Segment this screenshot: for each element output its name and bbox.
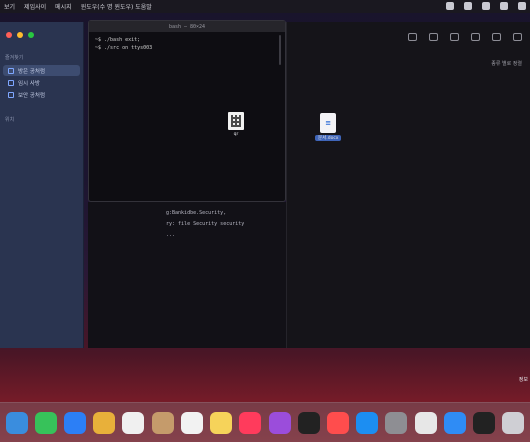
wifi-icon[interactable] (482, 2, 490, 10)
window-controls (0, 22, 83, 38)
finder-icon[interactable] (5, 411, 28, 434)
terminal-line: ~$ ./bash exit; (95, 37, 141, 43)
finder-toolbar (287, 22, 530, 52)
sidebar-item-2[interactable]: 보안 공처럼 (3, 89, 80, 100)
control-center-icon[interactable] (518, 2, 526, 10)
menu-item-view[interactable]: 보기 (4, 2, 15, 11)
dock (0, 402, 530, 442)
locations-heading: 위치 (5, 117, 15, 123)
qr-file[interactable]: qr (228, 112, 244, 137)
favorites-heading: 즐겨찾기 (5, 55, 24, 61)
file-label: qr (233, 132, 239, 137)
battery-icon[interactable] (464, 2, 472, 10)
close-button[interactable] (6, 32, 12, 38)
tag-icon[interactable] (471, 33, 480, 41)
terminal-window[interactable]: bash — 80×24 ~$ ./bash exit; ~$ ./src on… (88, 20, 286, 202)
sidebar-item-label: 방은 공처럼 (18, 68, 46, 75)
sidebar-item-0[interactable]: 방은 공처럼 (3, 65, 80, 76)
status-icons (446, 2, 526, 10)
folder-icon (8, 91, 14, 98)
doc-line: g:Bankidbe.Security, (166, 210, 227, 216)
view-icon[interactable] (408, 33, 417, 41)
safari-icon[interactable] (443, 411, 466, 434)
reminders-icon[interactable] (180, 411, 203, 434)
podcasts-icon[interactable] (268, 411, 291, 434)
qr-code-icon (228, 112, 244, 130)
calendar-icon[interactable] (122, 411, 145, 434)
menu-item-account[interactable]: 제임사이 (24, 2, 46, 11)
contacts-icon[interactable] (151, 411, 174, 434)
search-icon[interactable] (513, 33, 522, 41)
sort-label[interactable]: 종류 별로 정렬 (491, 60, 522, 67)
chrome-icon[interactable] (414, 411, 437, 434)
document-file[interactable]: ≡ 문서.docx (315, 113, 342, 141)
file-label: 문서.docx (315, 135, 342, 141)
news-icon[interactable] (327, 411, 350, 434)
action-icon[interactable] (492, 33, 501, 41)
document-icon: ≡ (320, 113, 337, 133)
terminal-line: ~$ ./src on ttys003 (95, 45, 153, 51)
folder-icon (8, 79, 14, 86)
finder-sidebar: 즐겨찾기 방은 공처럼 임시 사방 보안 공처럼 위치 (0, 22, 84, 348)
settings-icon[interactable] (385, 411, 408, 434)
terminal-output: ~$ ./bash exit; ~$ ./src on ttys003 (89, 32, 285, 56)
finder-window: 종류 별로 정렬 (286, 22, 530, 348)
menu-item-messages[interactable]: 메시지 (55, 2, 72, 11)
doc-line: ... (166, 232, 176, 238)
photos-icon[interactable] (93, 411, 116, 434)
folder-icon (8, 67, 14, 74)
sidebar-item-label: 보안 공처럼 (18, 92, 46, 99)
trash-icon[interactable] (502, 411, 525, 434)
share-icon[interactable] (450, 33, 459, 41)
group-icon[interactable] (429, 33, 438, 41)
messages-icon[interactable] (34, 411, 57, 434)
minimize-button[interactable] (17, 32, 23, 38)
terminal-title: bash — 80×24 (89, 21, 285, 32)
record-icon[interactable] (446, 2, 454, 10)
app-store-icon[interactable] (356, 411, 379, 434)
search-icon[interactable] (500, 2, 508, 10)
terminal-icon[interactable] (473, 411, 496, 434)
document-text: g:Bankidbe.Security, ry: file Security s… (88, 202, 286, 348)
mail-icon[interactable] (64, 411, 87, 434)
scrollbar[interactable] (279, 35, 281, 65)
menu-bar: 보기 제임사이 메시지 윈도우(수 명 윈도우) 도움말 (0, 0, 530, 13)
zoom-button[interactable] (28, 32, 34, 38)
tv-icon[interactable] (297, 411, 320, 434)
side-note: 정보 (518, 377, 528, 383)
music-icon[interactable] (239, 411, 262, 434)
notes-icon[interactable] (210, 411, 233, 434)
sidebar-item-label: 임시 사방 (18, 80, 40, 87)
doc-line: ry: file Security security (166, 221, 245, 227)
sidebar-item-1[interactable]: 임시 사방 (3, 77, 80, 88)
menu-item-window[interactable]: 윈도우(수 명 윈도우) 도움말 (81, 2, 152, 11)
